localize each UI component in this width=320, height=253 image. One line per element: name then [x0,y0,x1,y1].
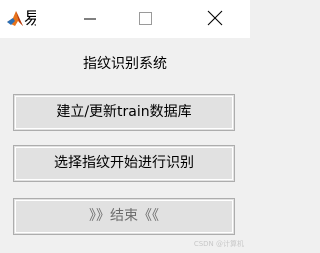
minimize-button[interactable] [67,0,113,38]
maximize-icon [139,12,152,25]
start-recognition-button[interactable]: 选择指纹开始进行识别 [13,145,235,182]
minimize-icon [84,18,96,20]
exit-button[interactable]: 》》结束《《 [13,198,235,235]
close-button[interactable] [192,0,238,38]
watermark: CSDN @计算机 [193,240,244,248]
maximize-button[interactable] [123,0,169,38]
title-bar[interactable]: 易 [0,0,250,38]
app-window: 易 指纹识别系统 建立/更新train数据库 选择指纹开始进行识别 》》结束《《… [0,0,250,253]
close-icon [207,10,223,26]
build-database-button[interactable]: 建立/更新train数据库 [13,94,235,131]
window-title: 易 [24,9,36,29]
matlab-logo-icon [6,8,24,30]
system-title: 指纹识别系统 [83,56,167,72]
